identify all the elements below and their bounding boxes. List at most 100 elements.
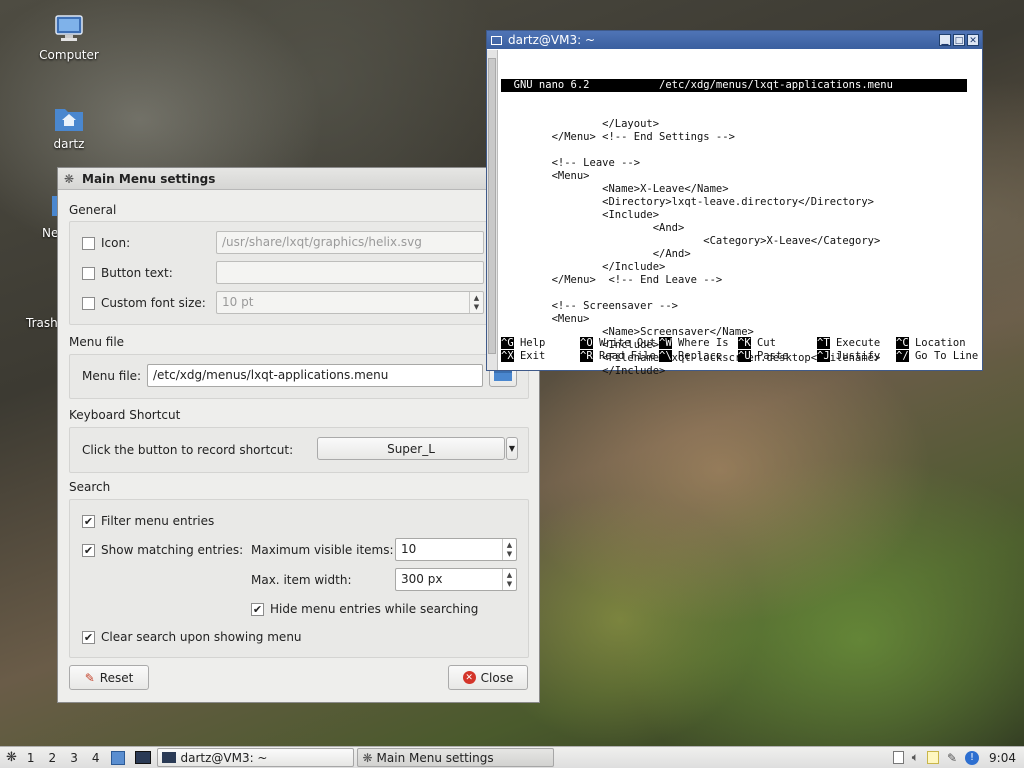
nano-shortcut-row: ^X Exit ^R Read File ^\ Replace ^U Paste ^J … [501,350,978,363]
icon-label: Icon: [101,236,131,250]
shortcut-dropdown-button[interactable]: ▼ [506,437,518,460]
clear-search-checkbox-row[interactable]: ✔ Clear search upon showing menu [82,630,302,644]
task-terminal[interactable]: dartz@VM3: ~ [157,748,355,767]
desktop-icon-label: dartz [53,137,85,151]
nano-header: GNU nano 6.2 /etc/xdg/menus/lxqt-applica… [501,79,967,92]
nano-shortcut-key: ^O [580,337,593,349]
show-matching-checkbox[interactable]: ✔ [82,543,95,557]
start-menu-icon[interactable]: ❋ [6,750,17,765]
close-label: Close [480,670,514,685]
icon-checkbox-row[interactable]: Icon: [82,236,130,250]
file-manager-icon[interactable] [111,750,126,765]
lxqt-menu-icon: ❋ [64,171,75,186]
task-terminal-label: dartz@VM3: ~ [180,750,268,765]
chevron-down-icon: ▼ [508,444,516,453]
spin-arrows-icon[interactable]: ▲ ▼ [502,569,516,590]
notes-icon[interactable] [926,751,939,764]
nano-line: </Menu> <!-- End Settings --> [501,131,735,143]
network-tray-icon[interactable]: ✎ [947,751,957,765]
desktop-switcher-1[interactable]: 1 [27,751,35,765]
menu-file-input[interactable]: /etc/xdg/menus/lxqt-applications.menu [147,364,483,387]
desktop-switcher-4[interactable]: 4 [92,751,100,765]
shortcut-label: Click the button to record shortcut: [82,443,294,457]
nano-line: <Category>X-Leave</Category> [501,235,881,247]
font-size-checkbox-row[interactable]: Custom font size: [82,296,206,310]
terminal-window: dartz@VM3: ~ ▁ □ ✕ GNU nano 6.2 /etc/xdg… [486,30,983,377]
nano-shortcut-label: Read File [592,350,656,362]
filter-checkbox-row[interactable]: ✔ Filter menu entries [82,514,214,528]
search-group: ✔ Filter menu entries ✔ Show matching en… [69,499,529,658]
hide-entries-checkbox[interactable]: ✔ [251,602,264,616]
close-icon: ✕ [462,671,476,684]
button-text-checkbox-row[interactable]: Button text: [82,266,173,280]
max-width-value: 300 px [401,572,443,586]
nano-shortcut-key: ^U [738,350,751,362]
volume-icon[interactable]: 🔈︎ [912,750,919,765]
dialog-titlebar[interactable]: ❋ Main Menu settings [58,168,539,190]
search-heading: Search [69,480,111,494]
nano-shortcut-key: ^C [896,337,909,349]
desktop-switcher-2[interactable]: 2 [49,751,57,765]
button-text-field[interactable] [216,261,484,284]
desktop-icon-home[interactable]: dartz [29,103,109,151]
hide-entries-label: Hide menu entries while searching [270,602,479,616]
minimize-icon[interactable]: ▁ [939,34,951,46]
icon-checkbox[interactable] [82,236,95,250]
font-size-spinbox[interactable]: 10 pt ▲ ▼ [216,291,484,314]
clipboard-icon[interactable] [892,751,904,764]
home-folder-icon [53,103,85,133]
nano-line: <!-- Leave --> [501,157,641,169]
spin-arrows-icon[interactable]: ▲ ▼ [469,292,483,313]
max-visible-spinbox[interactable]: 10 ▲ ▼ [395,538,517,561]
max-width-label-text: Max. item width: [251,573,352,587]
nano-shortcut-label: Replace [671,350,723,362]
general-group: Icon: /usr/share/lxqt/graphics/helix.svg… [69,221,529,325]
nano-shortcut-key: ^G [501,337,514,349]
nano-shortcut: ^W Where Is [659,337,738,350]
max-width-spinbox[interactable]: 300 px ▲ ▼ [395,568,517,591]
desktop-icon-label: Computer [39,48,99,62]
system-tray: 🔈︎ ✎ ! 9:04 [889,750,1020,765]
reset-button[interactable]: ✎ Reset [69,665,149,690]
nano-shortcut-key: ^J [817,350,830,362]
clear-search-checkbox[interactable]: ✔ [82,630,95,644]
task-main-menu-settings[interactable]: ❋ Main Menu settings [357,748,555,767]
scrollbar-thumb[interactable] [488,58,496,354]
desktop-switcher-3[interactable]: 3 [70,751,78,765]
terminal-content[interactable]: GNU nano 6.2 /etc/xdg/menus/lxqt-applica… [487,50,982,377]
nano-shortcut: ^K Cut [738,337,817,350]
button-text-checkbox[interactable] [82,266,95,280]
terminal-icon [491,35,502,45]
icon-path-field[interactable]: /usr/share/lxqt/graphics/helix.svg [216,231,484,254]
desktop-icon-computer[interactable]: Computer [29,14,109,62]
max-visible-label-text: Maximum visible items: [251,543,394,557]
terminal-titlebar[interactable]: dartz@VM3: ~ ▁ □ ✕ [487,31,982,49]
nano-line: </Layout> [501,118,660,130]
info-icon[interactable]: ! [965,750,980,765]
nano-shortcut-label: Go To Line [908,350,979,362]
nano-shortcut-key: ^T [817,337,830,349]
filter-checkbox[interactable]: ✔ [82,514,95,528]
close-icon[interactable]: ✕ [967,34,979,46]
record-shortcut-button[interactable]: Super_L [317,437,505,460]
clock[interactable]: 9:04 [989,751,1016,765]
nano-line: <Menu> [501,170,590,182]
maximize-icon[interactable]: □ [953,34,965,46]
nano-line: </Menu> <!-- End Leave --> [501,274,723,286]
close-button[interactable]: ✕ Close [448,665,528,690]
nano-shortcut-label: Location [908,337,966,349]
spin-arrows-icon[interactable]: ▲ ▼ [502,539,516,560]
font-size-checkbox[interactable] [82,296,95,310]
nano-shortcut-bar: ^G Help ^O Write Out ^W Where Is ^K Cut ^T E… [501,337,978,363]
computer-icon [53,14,85,44]
nano-line: <!-- Screensaver --> [501,300,679,312]
task-settings-label: Main Menu settings [376,750,494,765]
hide-entries-checkbox-row[interactable]: ✔ Hide menu entries while searching [251,602,478,616]
terminal-scrollbar[interactable] [487,50,498,370]
nano-shortcut-label: Help [513,337,546,349]
nano-line [501,144,967,157]
show-matching-checkbox-row[interactable]: ✔ Show matching entries: [82,543,243,557]
shortcut-instruction: Click the button to record shortcut: [82,443,293,457]
shortcut-group: Click the button to record shortcut: Sup… [69,427,529,473]
terminal-launcher-icon[interactable] [135,751,152,764]
